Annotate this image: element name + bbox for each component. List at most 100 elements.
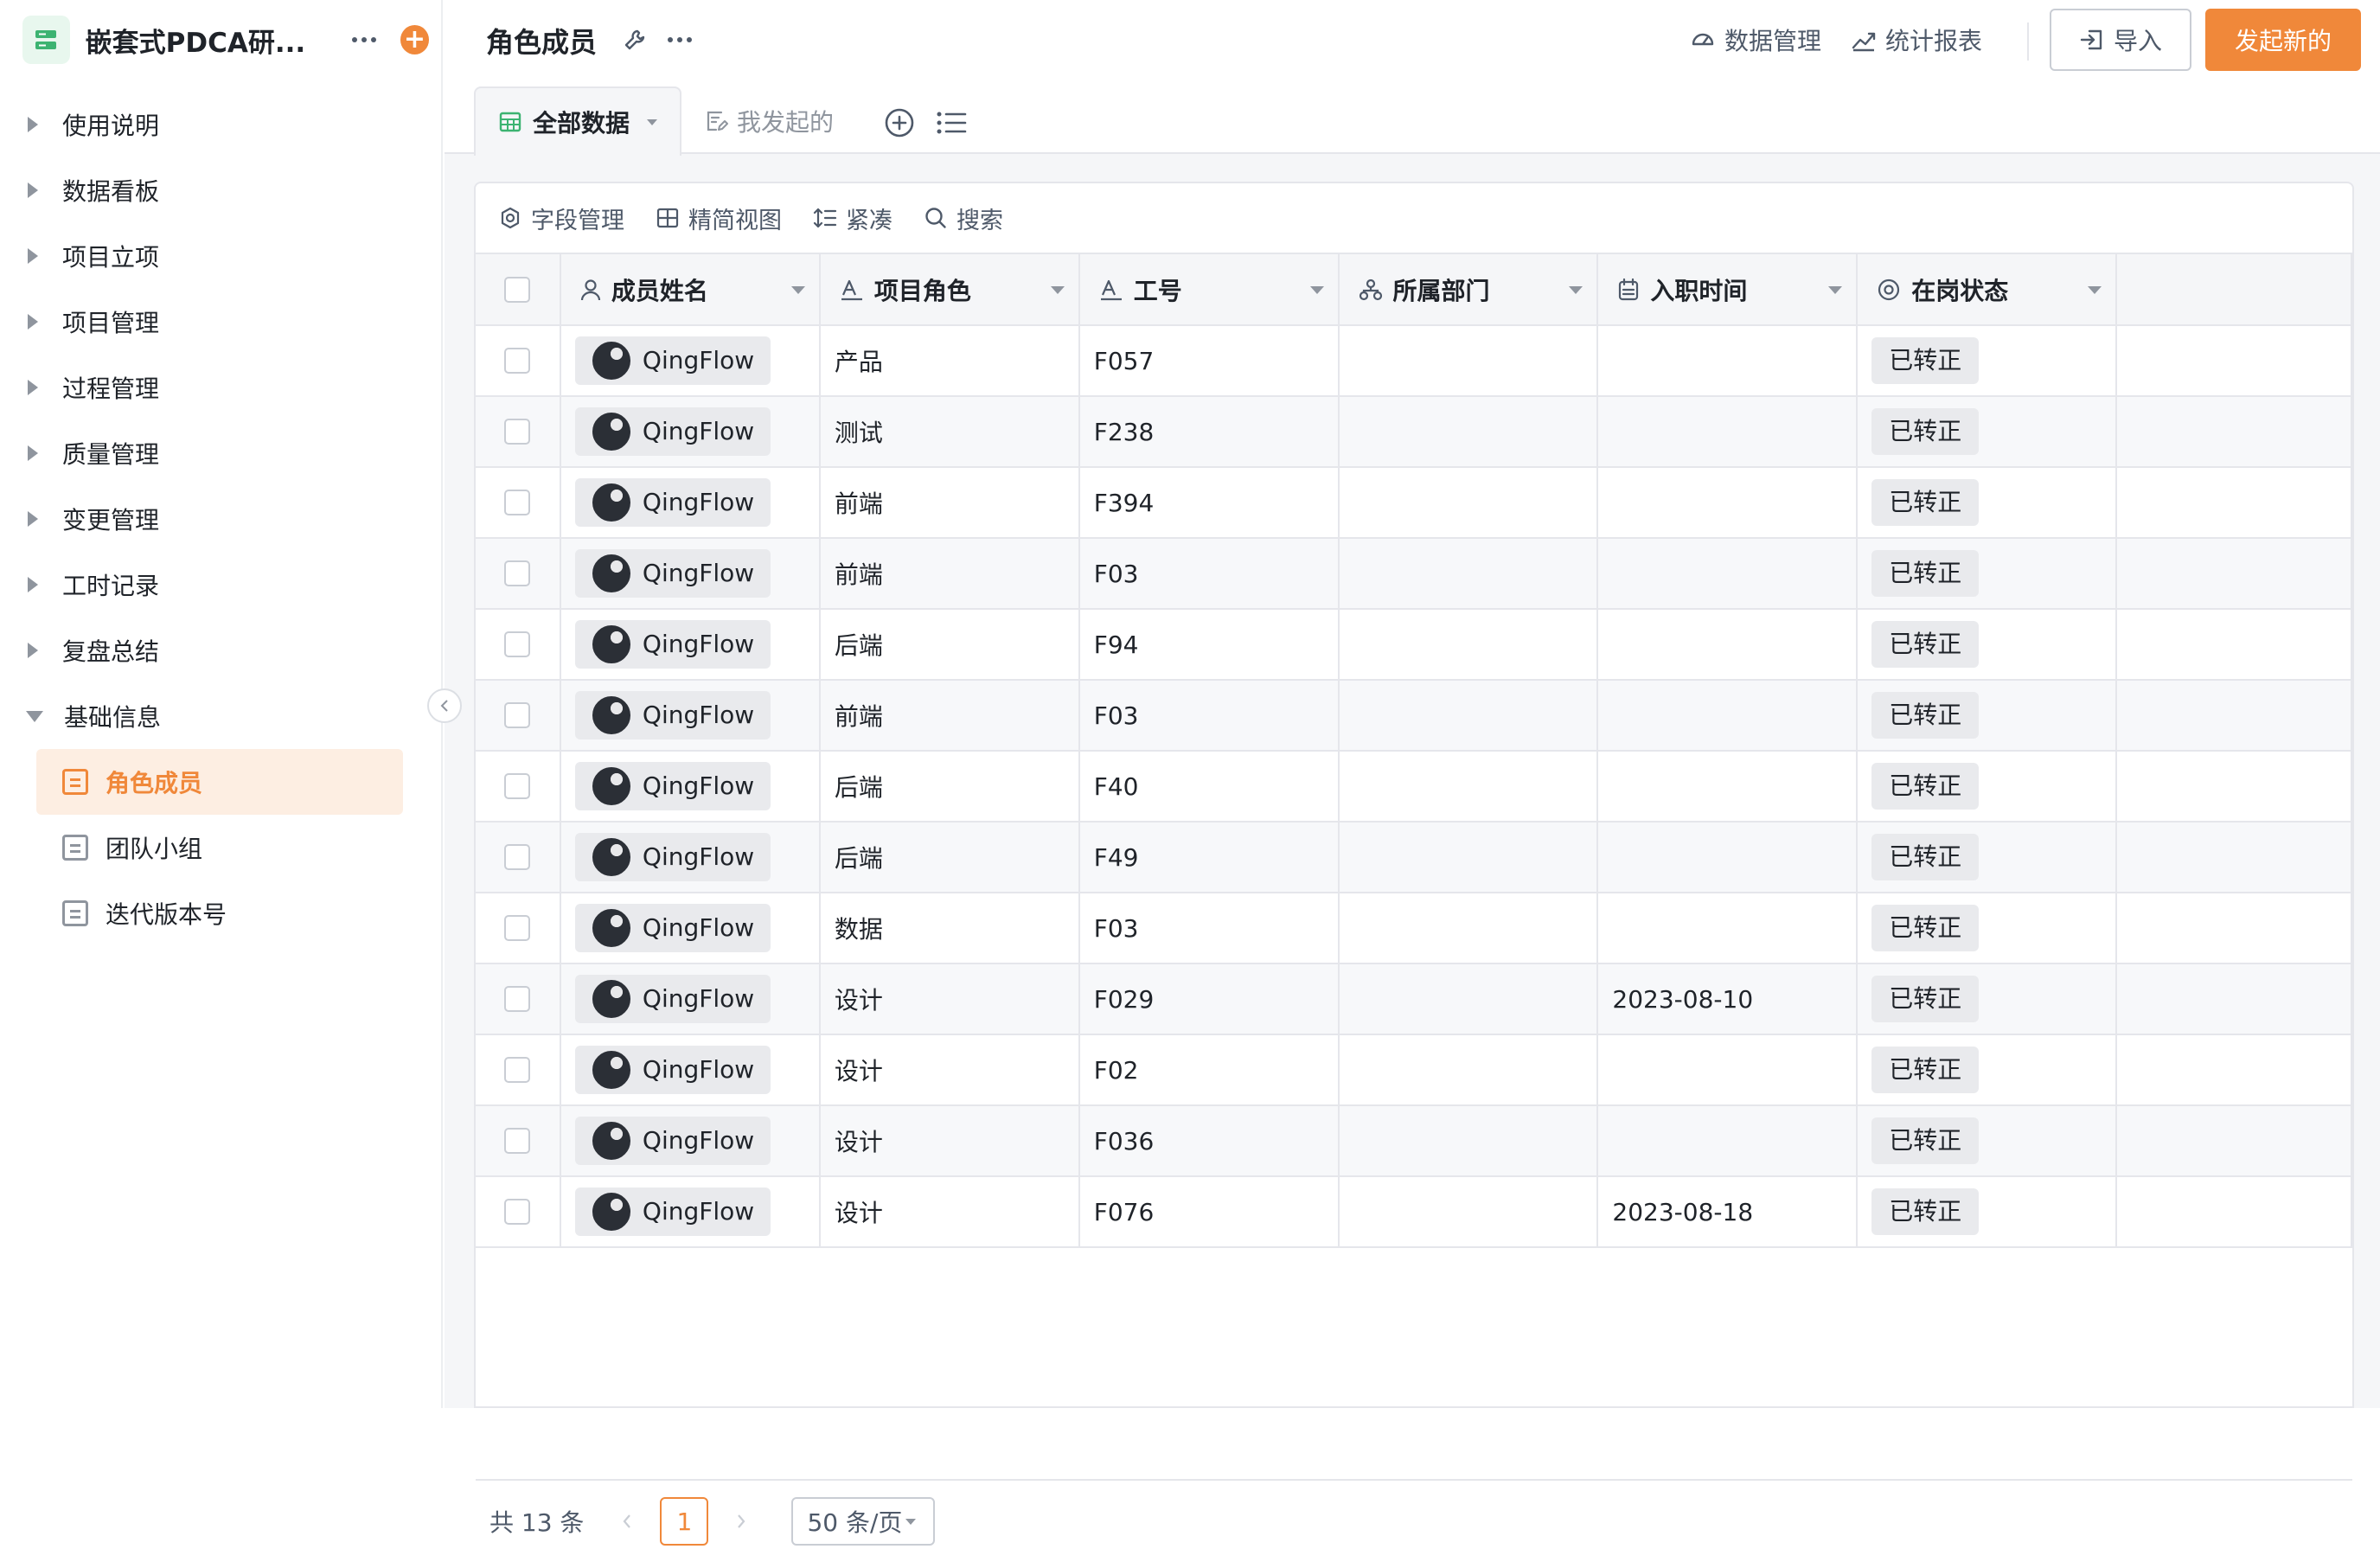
page-more-icon[interactable] xyxy=(662,22,697,57)
cell-role[interactable]: 后端 xyxy=(819,822,1080,893)
add-view-icon[interactable] xyxy=(880,104,918,142)
cell-role[interactable]: 设计 xyxy=(819,1034,1080,1106)
cell-id[interactable]: F076 xyxy=(1078,1176,1340,1248)
app-logo-icon[interactable] xyxy=(22,16,70,64)
cell-dept[interactable] xyxy=(1338,396,1599,468)
cell-dept[interactable] xyxy=(1338,538,1599,610)
sidebar-item[interactable]: 过程管理 xyxy=(0,355,443,420)
cell-dept[interactable] xyxy=(1338,609,1599,681)
row-checkbox[interactable] xyxy=(504,702,531,728)
tab-all-data[interactable]: 全部数据 xyxy=(474,86,681,156)
cell-name[interactable]: QingFlow xyxy=(560,325,821,397)
cell-dept[interactable] xyxy=(1338,893,1599,964)
data-manage-link[interactable]: 数据管理 xyxy=(1690,21,1821,59)
import-button[interactable]: 导入 xyxy=(2050,9,2191,71)
member-tag[interactable]: QingFlow xyxy=(574,548,771,598)
sidebar-item[interactable]: 项目管理 xyxy=(0,289,443,355)
cell-id[interactable]: F49 xyxy=(1078,822,1340,893)
cell-id[interactable]: F029 xyxy=(1078,963,1340,1035)
simple-view-button[interactable]: 精简视图 xyxy=(656,202,782,235)
col-header-id[interactable]: 工号 xyxy=(1078,254,1340,326)
sidebar-item[interactable]: 质量管理 xyxy=(0,420,443,486)
app-more-icon[interactable] xyxy=(348,22,381,57)
cell-role[interactable]: 前端 xyxy=(819,538,1080,610)
table-row[interactable]: QingFlow 后端 F49 已转正 xyxy=(476,822,2352,893)
table-row[interactable]: QingFlow 产品 F057 已转正 xyxy=(476,325,2352,397)
member-tag[interactable]: QingFlow xyxy=(574,1116,771,1165)
cell-name[interactable]: QingFlow xyxy=(560,963,821,1035)
cell-dept[interactable] xyxy=(1338,325,1599,397)
col-header-name[interactable]: 成员姓名 xyxy=(560,254,821,326)
cell-role[interactable]: 前端 xyxy=(819,680,1080,752)
cell-status[interactable]: 已转正 xyxy=(1857,751,2118,823)
app-add-icon[interactable]: + xyxy=(400,25,429,54)
sidebar-sub-item[interactable]: 角色成员 xyxy=(36,749,403,815)
cell-status[interactable]: 已转正 xyxy=(1857,467,2118,539)
sidebar-collapse-button[interactable] xyxy=(427,688,462,723)
cell-name[interactable]: QingFlow xyxy=(560,396,821,468)
row-checkbox[interactable] xyxy=(504,844,531,870)
cell-status[interactable]: 已转正 xyxy=(1857,680,2118,752)
table-row[interactable]: QingFlow 前端 F394 已转正 xyxy=(476,467,2352,539)
table-row[interactable]: QingFlow 后端 F40 已转正 xyxy=(476,751,2352,823)
cell-dept[interactable] xyxy=(1338,680,1599,752)
row-checkbox[interactable] xyxy=(504,631,531,657)
cell-name[interactable]: QingFlow xyxy=(560,467,821,539)
cell-status[interactable]: 已转正 xyxy=(1857,396,2118,468)
table-row[interactable]: QingFlow 前端 F03 已转正 xyxy=(476,538,2352,610)
cell-status[interactable]: 已转正 xyxy=(1857,1105,2118,1177)
table-row[interactable]: QingFlow 后端 F94 已转正 xyxy=(476,609,2352,681)
cell-name[interactable]: QingFlow xyxy=(560,680,821,752)
cell-dept[interactable] xyxy=(1338,963,1599,1035)
column-menu-icon[interactable] xyxy=(2088,286,2102,294)
stats-report-link[interactable]: 统计报表 xyxy=(1851,21,1982,59)
cell-role[interactable]: 后端 xyxy=(819,609,1080,681)
table-row[interactable]: QingFlow 测试 F238 已转正 xyxy=(476,396,2352,468)
prev-page-icon[interactable] xyxy=(610,1504,644,1539)
member-tag[interactable]: QingFlow xyxy=(574,761,771,810)
table-row[interactable]: QingFlow 设计 F029 2023-08-10 已转正 xyxy=(476,963,2352,1035)
cell-role[interactable]: 产品 xyxy=(819,325,1080,397)
sidebar-item[interactable]: 数据看板 xyxy=(0,157,443,223)
cell-id[interactable]: F02 xyxy=(1078,1034,1340,1106)
cell-status[interactable]: 已转正 xyxy=(1857,609,2118,681)
member-tag[interactable]: QingFlow xyxy=(574,336,771,385)
member-tag[interactable]: QingFlow xyxy=(574,1187,771,1236)
column-menu-icon[interactable] xyxy=(1828,286,1843,294)
row-checkbox[interactable] xyxy=(504,348,531,374)
cell-status[interactable]: 已转正 xyxy=(1857,963,2118,1035)
column-menu-icon[interactable] xyxy=(1569,286,1583,294)
row-checkbox[interactable] xyxy=(504,1057,531,1083)
col-header-date[interactable]: 入职时间 xyxy=(1597,254,1859,326)
row-checkbox[interactable] xyxy=(504,915,531,941)
cell-date[interactable]: 2023-08-10 xyxy=(1597,963,1859,1035)
cell-role[interactable]: 前端 xyxy=(819,467,1080,539)
cell-dept[interactable] xyxy=(1338,1176,1599,1248)
cell-status[interactable]: 已转正 xyxy=(1857,822,2118,893)
tab-dropdown-icon[interactable] xyxy=(647,118,658,125)
cell-date[interactable] xyxy=(1597,325,1859,397)
col-header-status[interactable]: 在岗状态 xyxy=(1857,254,2118,326)
cell-id[interactable]: F40 xyxy=(1078,751,1340,823)
member-tag[interactable]: QingFlow xyxy=(574,1045,771,1094)
sidebar-sub-item[interactable]: 迭代版本号 xyxy=(36,880,403,946)
search-button[interactable]: 搜索 xyxy=(924,202,1003,235)
sidebar-item[interactable]: 基础信息 xyxy=(0,683,443,749)
cell-name[interactable]: QingFlow xyxy=(560,822,821,893)
cell-name[interactable]: QingFlow xyxy=(560,751,821,823)
cell-date[interactable]: 2023-08-18 xyxy=(1597,1176,1859,1248)
table-row[interactable]: QingFlow 数据 F03 已转正 xyxy=(476,893,2352,964)
cell-dept[interactable] xyxy=(1338,751,1599,823)
current-page-button[interactable]: 1 xyxy=(660,1497,709,1546)
tab-mine[interactable]: 我发起的 xyxy=(704,86,834,156)
cell-date[interactable] xyxy=(1597,680,1859,752)
select-all-checkbox[interactable] xyxy=(504,276,531,303)
sidebar-item[interactable]: 工时记录 xyxy=(0,552,443,618)
sidebar-item[interactable]: 变更管理 xyxy=(0,486,443,552)
table-row[interactable]: QingFlow 前端 F03 已转正 xyxy=(476,680,2352,752)
row-checkbox[interactable] xyxy=(504,773,531,799)
member-tag[interactable]: QingFlow xyxy=(574,477,771,527)
sidebar-sub-item[interactable]: 团队小组 xyxy=(36,815,403,880)
cell-dept[interactable] xyxy=(1338,822,1599,893)
cell-status[interactable]: 已转正 xyxy=(1857,893,2118,964)
